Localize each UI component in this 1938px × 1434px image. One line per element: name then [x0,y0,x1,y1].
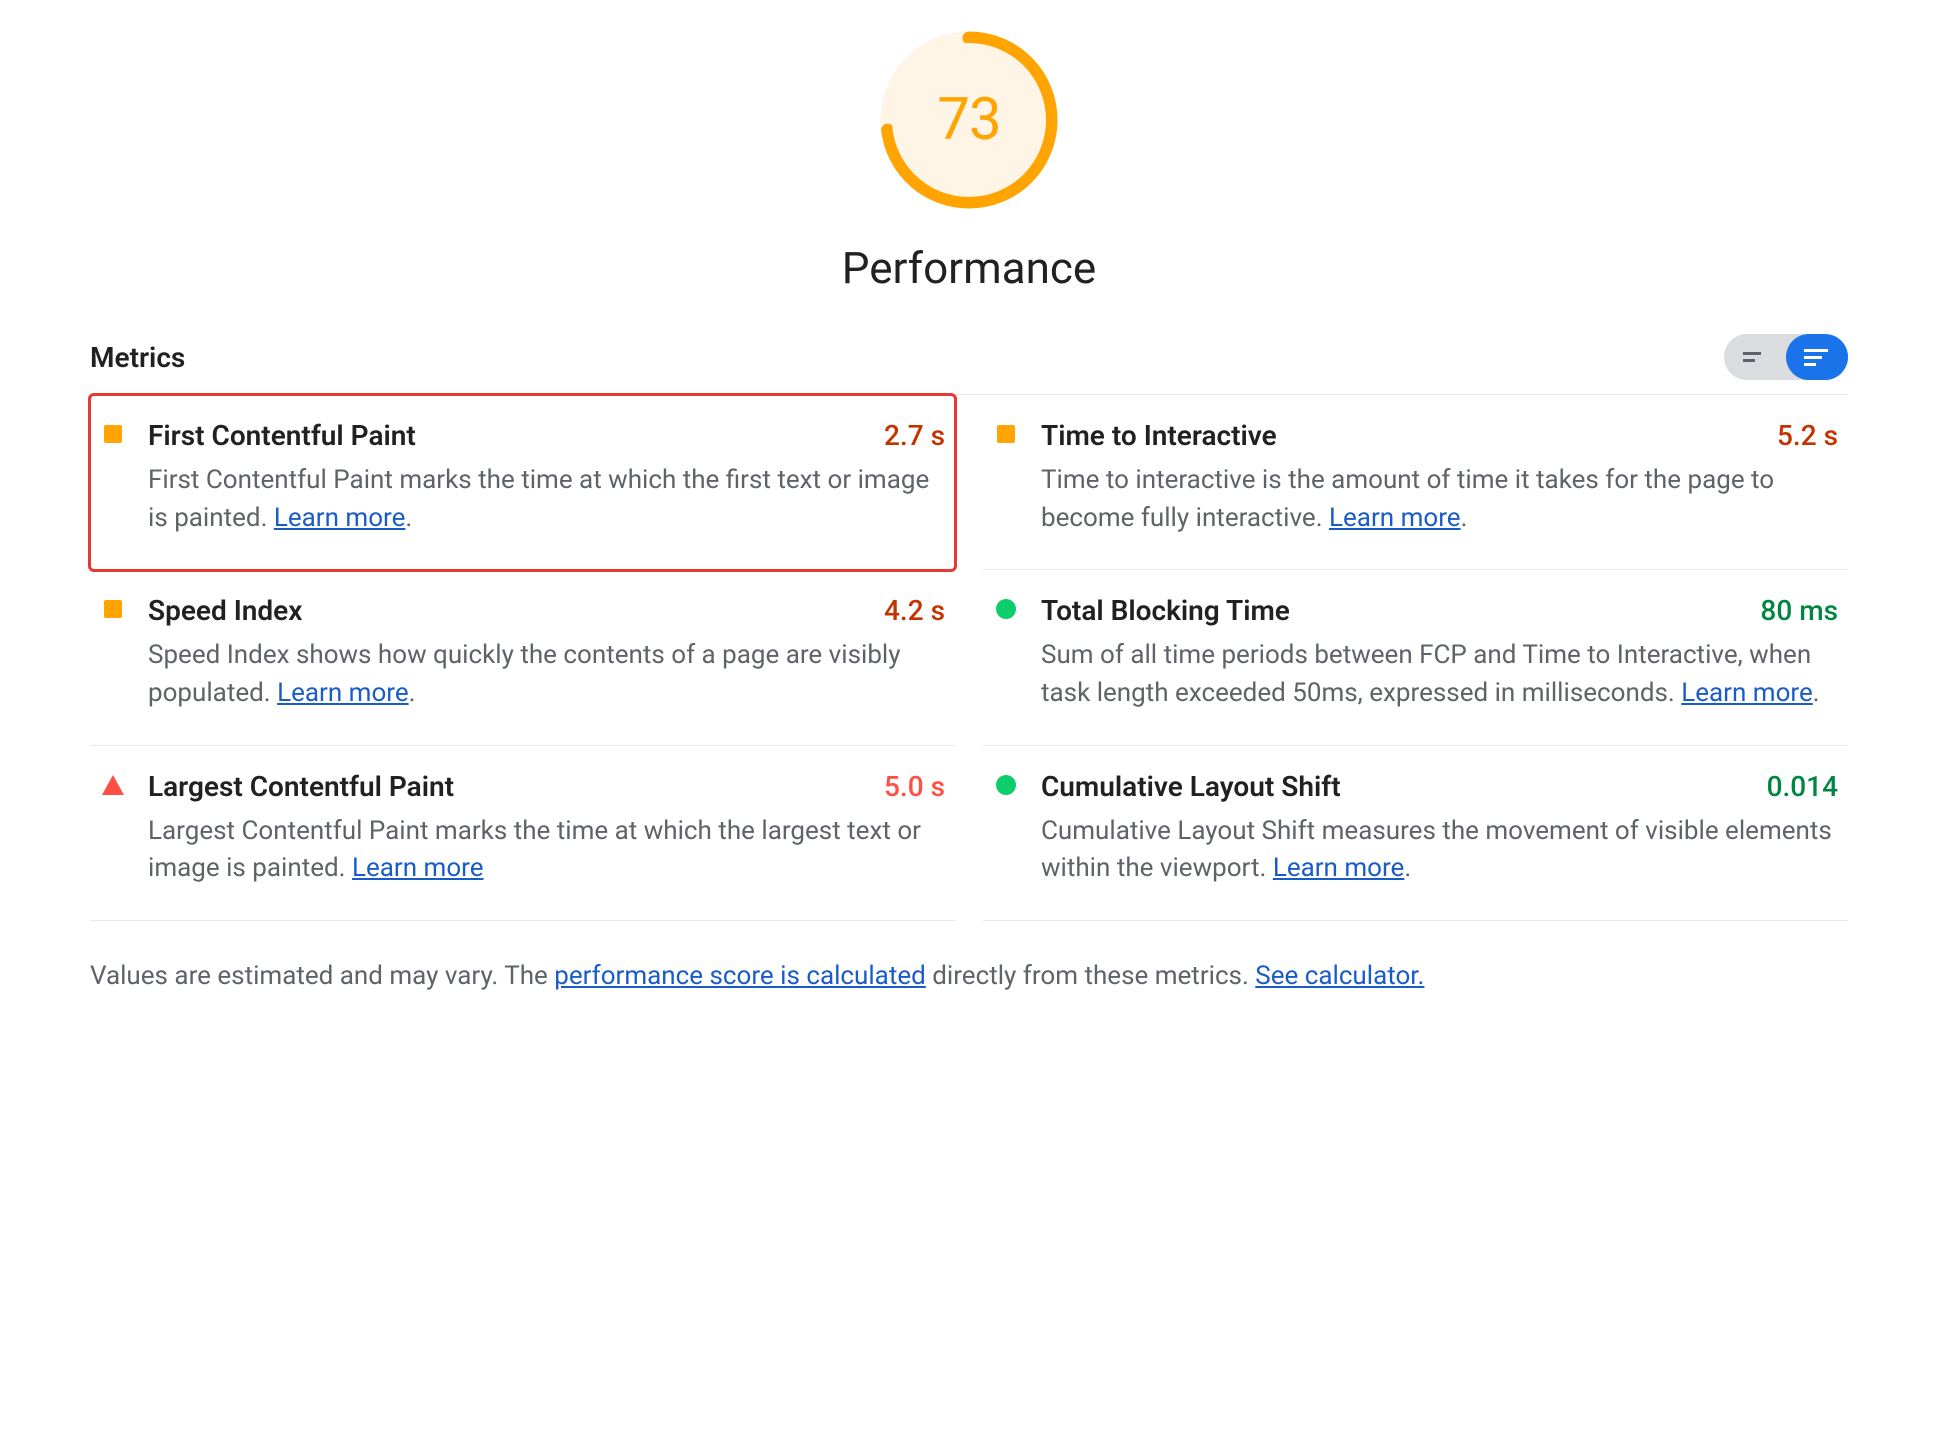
metric-description: Largest Contentful Paint marks the time … [148,813,945,888]
metric-value: 0.014 [1747,770,1838,803]
see-calculator-link[interactable]: See calculator. [1255,961,1424,991]
learn-more-link[interactable]: Learn more [277,678,409,708]
footnote-text: Values are estimated and may vary. The [90,961,554,991]
score-gauge: 73 [879,30,1059,210]
metric-card: Time to Interactive 5.2 s Time to interact… [983,395,1848,570]
metrics-header: Metrics [90,334,1848,395]
circle-status-icon [995,774,1017,796]
footnote: Values are estimated and may vary. The p… [90,957,1848,996]
metric-value: 5.2 s [1757,419,1838,452]
view-toggle [1724,334,1848,380]
metric-title: Total Blocking Time [1041,594,1290,627]
learn-more-link[interactable]: Learn more [1273,853,1405,883]
score-calc-link[interactable]: performance score is calculated [554,961,926,991]
metric-card: Largest Contentful Paint 5.0 s Largest Con… [90,746,955,921]
triangle-status-icon [102,774,124,796]
metric-title: Cumulative Layout Shift [1041,770,1341,803]
footnote-text: directly from these metrics. [926,961,1255,991]
expanded-view-icon [1804,348,1830,366]
metric-value: 2.7 s [864,419,945,452]
square-status-icon [995,423,1017,445]
learn-more-link[interactable]: Learn more [352,853,484,883]
score-value: 73 [879,30,1059,210]
metric-description: Speed Index shows how quickly the conten… [148,637,945,712]
compact-view-icon [1743,349,1767,365]
metric-description: Sum of all time periods between FCP and … [1041,637,1838,712]
square-status-icon [102,598,124,620]
performance-hero: 73 Performance [90,30,1848,294]
metric-value: 80 ms [1740,594,1838,627]
metric-title: Speed Index [148,594,302,627]
learn-more-link[interactable]: Learn more [1681,678,1813,708]
metric-card: Cumulative Layout Shift 0.014 Cumulative L… [983,746,1848,921]
metric-description: Time to interactive is the amount of tim… [1041,462,1838,537]
metric-title: Time to Interactive [1041,419,1277,452]
square-status-icon [102,423,124,445]
metric-card: Total Blocking Time 80 ms Sum of all time … [983,570,1848,745]
metrics-grid: First Contentful Paint 2.7 s First Content… [90,395,1848,921]
metric-card: First Contentful Paint 2.7 s First Content… [90,395,955,570]
metric-description: First Contentful Paint marks the time at… [148,462,945,537]
metric-card: Speed Index 4.2 s Speed Index shows how qu… [90,570,955,745]
metric-description: Cumulative Layout Shift measures the mov… [1041,813,1838,888]
view-compact-button[interactable] [1724,334,1786,380]
metric-value: 5.0 s [864,770,945,803]
circle-status-icon [995,598,1017,620]
section-title: Performance [842,242,1097,294]
learn-more-link[interactable]: Learn more [274,503,406,533]
metric-title: First Contentful Paint [148,419,416,452]
learn-more-link[interactable]: Learn more [1329,503,1461,533]
metrics-heading: Metrics [90,341,185,374]
metric-title: Largest Contentful Paint [148,770,454,803]
view-expanded-button[interactable] [1786,334,1848,380]
metric-value: 4.2 s [864,594,945,627]
